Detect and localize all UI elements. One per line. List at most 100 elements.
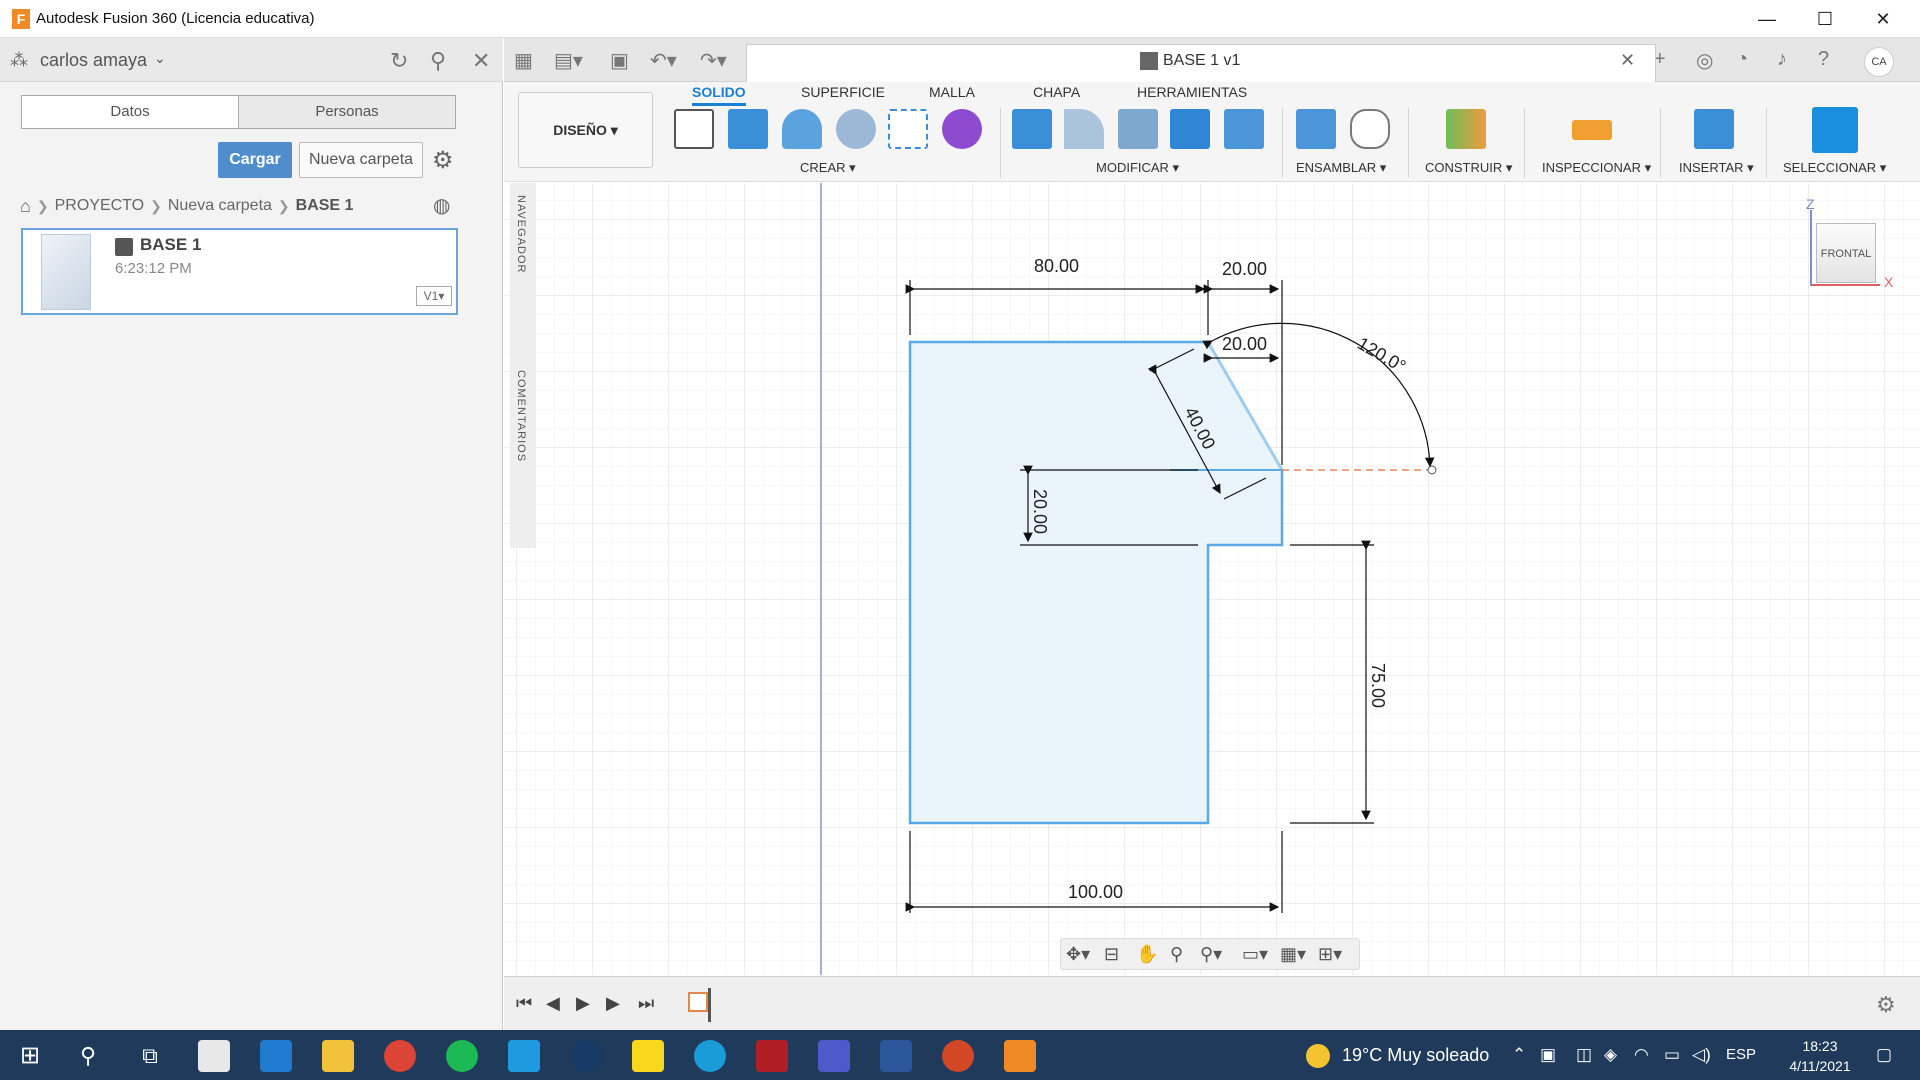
timeline-sketch-feature[interactable]	[688, 992, 708, 1012]
tab-herramientas[interactable]: HERRAMIENTAS	[1137, 84, 1247, 100]
sticky-notes-icon[interactable]	[632, 1040, 664, 1072]
group-modificar[interactable]: MODIFICAR ▾	[1096, 160, 1179, 176]
new-component-icon[interactable]	[1296, 109, 1336, 149]
create-sketch-icon[interactable]	[674, 109, 714, 149]
go-to-end-icon[interactable]: ⏭	[638, 993, 654, 1014]
extensions-icon[interactable]: ◎	[1696, 48, 1713, 73]
play-icon[interactable]: ▶	[576, 993, 590, 1014]
search-icon[interactable]: ⚲	[430, 48, 446, 74]
display-settings-icon[interactable]: ▭▾	[1242, 944, 1268, 965]
upload-button[interactable]: Cargar	[218, 142, 292, 178]
dimension-label[interactable]: 20.00	[1222, 259, 1267, 279]
chrome-icon[interactable]	[384, 1040, 416, 1072]
steam-icon[interactable]	[570, 1040, 602, 1072]
save-icon[interactable]: ▣	[610, 48, 629, 73]
breadcrumb-folder[interactable]: Nueva carpeta	[168, 197, 272, 215]
user-name[interactable]: carlos amaya	[40, 50, 147, 71]
press-pull-icon[interactable]	[1012, 109, 1052, 149]
clock[interactable]: 18:23 4/11/2021	[1780, 1036, 1860, 1076]
viewcube[interactable]: FRONTAL	[1816, 223, 1876, 283]
revolve-icon[interactable]	[782, 109, 822, 149]
group-construir[interactable]: CONSTRUIR ▾	[1425, 160, 1512, 176]
tray-chevron-icon[interactable]: ⌃	[1512, 1045, 1526, 1065]
home-icon[interactable]: ⌂	[20, 196, 31, 217]
hole-icon[interactable]	[836, 109, 876, 149]
battery-icon[interactable]: ▭	[1664, 1045, 1680, 1065]
weather-icon[interactable]	[1306, 1044, 1330, 1068]
dimension-label[interactable]: 80.00	[1034, 256, 1079, 276]
grid-menu-icon[interactable]: ▦	[514, 48, 533, 73]
valorant-icon[interactable]	[756, 1040, 788, 1072]
help-icon[interactable]: ?	[1818, 48, 1829, 71]
tab-personas[interactable]: Personas	[238, 96, 455, 128]
l-app-icon[interactable]	[508, 1040, 540, 1072]
group-seleccionar[interactable]: SELECCIONAR ▾	[1783, 160, 1886, 176]
shell-icon[interactable]	[1118, 109, 1158, 149]
store-icon[interactable]	[198, 1040, 230, 1072]
wifi-icon[interactable]: ◠	[1634, 1045, 1649, 1065]
grid-settings-icon[interactable]: ▦▾	[1280, 944, 1306, 965]
measure-icon[interactable]	[1572, 120, 1612, 140]
mail-icon[interactable]	[260, 1040, 292, 1072]
design-canvas[interactable]: 80.00 20.00 20.00 120.0° 40.00 20.00 75.…	[504, 183, 1920, 975]
start-icon[interactable]: ⊞	[14, 1040, 46, 1072]
dimension-label[interactable]: 100.00	[1068, 882, 1123, 902]
chevron-down-icon[interactable]: ⌄	[154, 50, 166, 67]
file-menu-icon[interactable]: ▤▾	[554, 48, 583, 73]
maximize-button[interactable]: ☐	[1796, 0, 1854, 38]
language-indicator[interactable]: ESP	[1726, 1046, 1756, 1063]
file-explorer-icon[interactable]	[322, 1040, 354, 1072]
look-at-icon[interactable]: ⊟	[1104, 944, 1119, 965]
file-card[interactable]: BASE 1 6:23:12 PM V1▾	[21, 228, 458, 315]
word-icon[interactable]	[880, 1040, 912, 1072]
tab-datos[interactable]: Datos	[22, 96, 238, 128]
powerpoint-icon[interactable]	[942, 1040, 974, 1072]
create-form-icon[interactable]	[942, 109, 982, 149]
extrude-icon[interactable]	[728, 109, 768, 149]
go-to-start-icon[interactable]: ⏮	[516, 993, 532, 1014]
dimension-label[interactable]: 20.00	[1222, 334, 1267, 354]
weather-text[interactable]: 19°C Muy soleado	[1342, 1045, 1489, 1066]
tab-malla[interactable]: MALLA	[929, 84, 975, 100]
group-inspeccionar[interactable]: INSPECCIONAR ▾	[1542, 160, 1651, 176]
group-crear[interactable]: CREAR ▾	[800, 160, 856, 176]
refresh-icon[interactable]: ↻	[390, 48, 408, 74]
timeline-marker[interactable]	[708, 988, 711, 1022]
step-back-icon[interactable]: ◀	[546, 993, 560, 1014]
zoom-icon[interactable]: ⚲	[1170, 944, 1183, 965]
step-forward-icon[interactable]: ▶	[606, 993, 620, 1014]
tray-meet-icon[interactable]: ◫	[1576, 1045, 1592, 1065]
fusion-taskbar-icon[interactable]	[1004, 1040, 1036, 1072]
sketch-canvas[interactable]: 80.00 20.00 20.00 120.0° 40.00 20.00 75.…	[504, 183, 1920, 975]
close-icon[interactable]: ✕	[472, 48, 490, 74]
teams-icon[interactable]	[818, 1040, 850, 1072]
gear-icon[interactable]: ⚙	[1876, 992, 1896, 1018]
pan-icon[interactable]: ✋	[1136, 944, 1158, 965]
insert-image-icon[interactable]	[1694, 109, 1734, 149]
pattern-icon[interactable]	[888, 109, 928, 149]
workspace-switcher[interactable]: DISEÑO ▾	[518, 92, 653, 168]
spotify-icon[interactable]	[446, 1040, 478, 1072]
breadcrumb-project[interactable]: PROYECTO	[55, 197, 145, 215]
tab-superficie[interactable]: SUPERFICIE	[801, 84, 885, 100]
plane-icon[interactable]	[1446, 109, 1486, 149]
version-dropdown[interactable]: V1▾	[416, 286, 452, 306]
close-button[interactable]: ✕	[1854, 0, 1912, 38]
new-folder-button[interactable]: Nueva carpeta	[299, 142, 423, 178]
volume-icon[interactable]: ◁)	[1692, 1045, 1711, 1065]
notifications-icon[interactable]: ▢	[1876, 1045, 1892, 1065]
search-icon[interactable]: ⚲	[72, 1040, 104, 1072]
tray-device-icon[interactable]: ▣	[1540, 1045, 1556, 1065]
viewports-icon[interactable]: ⊞▾	[1318, 944, 1342, 965]
globe-icon[interactable]: ◍	[433, 193, 450, 218]
notifications-icon[interactable]: ♪	[1777, 48, 1787, 71]
tray-teams-icon[interactable]: ◈	[1604, 1045, 1617, 1065]
combine-icon[interactable]	[1170, 109, 1210, 149]
close-tab-icon[interactable]: ✕	[1620, 50, 1635, 71]
tab-chapa[interactable]: CHAPA	[1033, 84, 1080, 100]
select-icon[interactable]	[1812, 107, 1858, 153]
joint-icon[interactable]	[1350, 109, 1390, 149]
minimize-button[interactable]: —	[1738, 0, 1796, 38]
orbit-icon[interactable]: ✥▾	[1066, 944, 1090, 965]
tab-solido[interactable]: SOLIDO	[692, 84, 746, 106]
